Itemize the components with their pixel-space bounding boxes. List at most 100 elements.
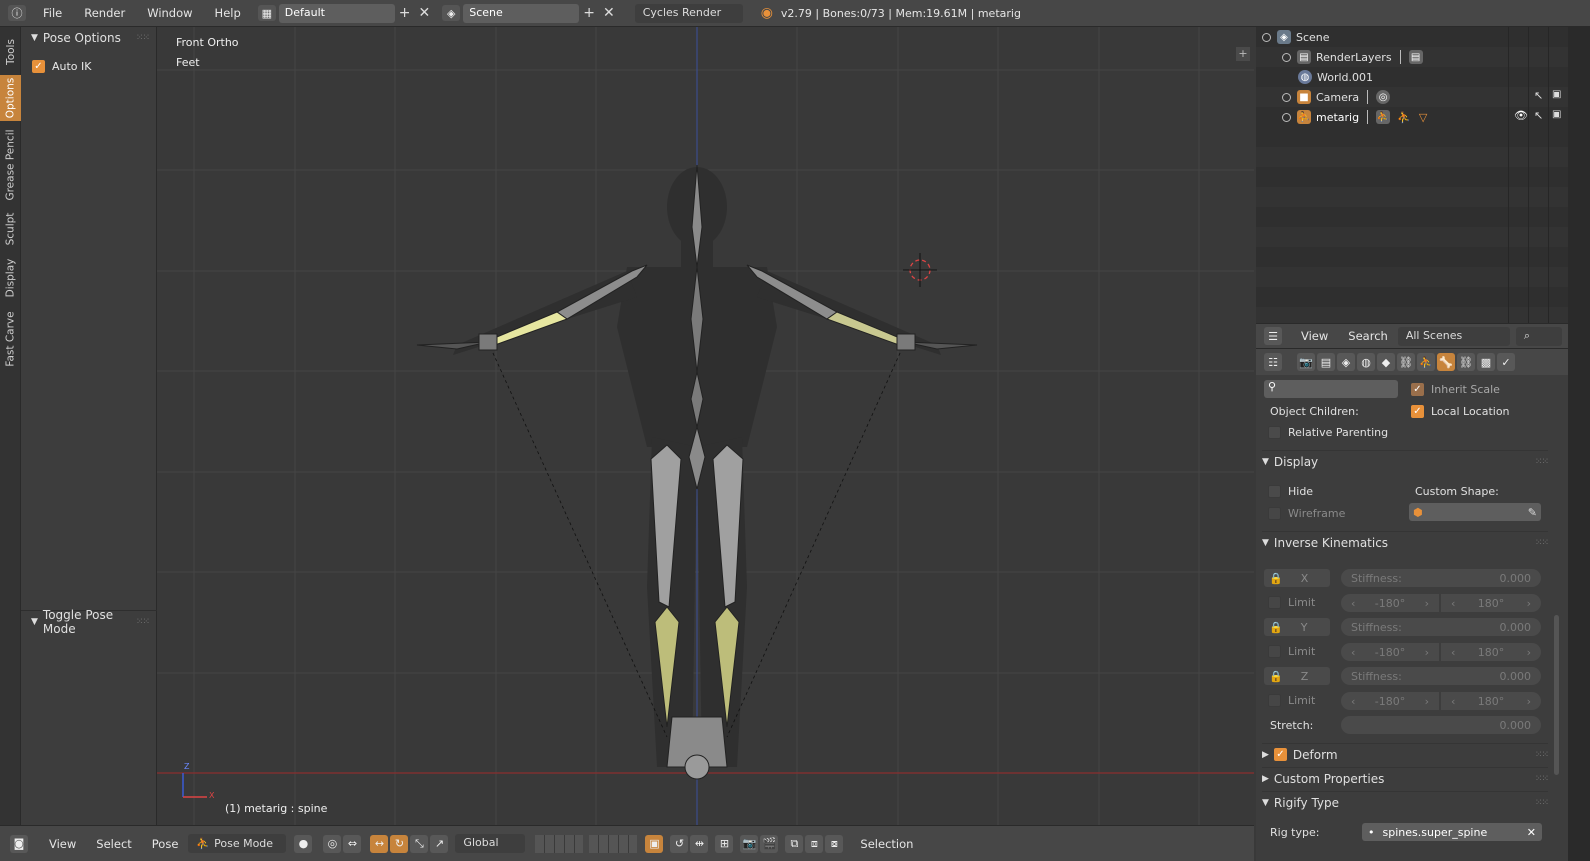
outliner-row-world[interactable]: ◍ World.001 (1256, 67, 1568, 87)
custom-shape-field[interactable]: ⬢ ✎ (1409, 503, 1541, 521)
eyedropper-icon[interactable]: ✎ (1528, 506, 1537, 519)
auto-ik-checkbox[interactable]: ✓ Auto IK (32, 60, 92, 73)
custom-properties-section-header[interactable]: ▶ Custom Properties ⁙⁙ (1262, 767, 1549, 789)
ik-lock-x-toggle[interactable]: 🔒 X (1264, 569, 1330, 587)
outliner-row-renderlayers[interactable]: ▤ RenderLayers ▤ (1256, 47, 1568, 67)
info-editor-icon[interactable]: ⓘ (8, 5, 26, 21)
camera-data-icon[interactable]: ◎ (1376, 90, 1391, 104)
menu-view[interactable]: View (49, 837, 76, 851)
drag-grip-icon[interactable]: ⁙⁙ (136, 617, 150, 627)
menu-file[interactable]: File (43, 6, 62, 20)
ik-stiffness-y-field[interactable]: Stiffness: 0.000 (1341, 618, 1541, 636)
scene-field[interactable]: Scene (463, 3, 580, 23)
outliner-editor-icon[interactable]: ☰ (1264, 327, 1282, 345)
paste-pose-icon[interactable]: ⧈ (805, 834, 824, 853)
drag-grip-icon[interactable]: ⁙⁙ (1535, 457, 1549, 467)
decrement-arrow-icon[interactable]: ‹ (1351, 695, 1355, 708)
render-engine-select[interactable]: Cycles Render (634, 3, 743, 23)
materials-tab-icon[interactable]: ✓ (1497, 353, 1515, 371)
display-section-header[interactable]: ▼ Display ⁙⁙ (1262, 450, 1549, 472)
menu-render[interactable]: Render (84, 6, 125, 20)
wireframe-checkbox[interactable]: Wireframe (1268, 507, 1345, 520)
ik-lock-z-toggle[interactable]: 🔒 Z (1264, 667, 1330, 685)
tab-display[interactable]: Display (0, 253, 21, 303)
parent-bone-field[interactable]: ⚲ (1264, 380, 1398, 398)
mode-select[interactable]: ⛹ Pose Mode (188, 834, 287, 853)
expand-icon[interactable] (1262, 32, 1271, 42)
bone-tab-icon[interactable]: 🦴 (1437, 353, 1455, 371)
lock-layers-icon[interactable]: ▣ (645, 834, 664, 853)
3d-cursor-icon[interactable] (903, 253, 937, 287)
ik-max-z-field[interactable]: ‹ 180° › (1441, 692, 1541, 710)
viewport-shading-icon[interactable]: ● (294, 834, 313, 853)
deform-checkbox[interactable]: ✓ (1273, 748, 1287, 761)
increment-arrow-icon[interactable]: › (1425, 597, 1429, 610)
scene-selector-icon[interactable]: ◈ (442, 5, 461, 21)
decrement-arrow-icon[interactable]: ‹ (1451, 597, 1455, 610)
constraint-icon[interactable]: ▽ (1419, 111, 1427, 124)
hide-checkbox[interactable]: Hide (1268, 485, 1313, 498)
increment-arrow-icon[interactable]: › (1527, 597, 1531, 610)
rig-type-field[interactable]: • spines.super_spine ✕ (1362, 823, 1542, 841)
drag-grip-icon[interactable]: ⁙⁙ (136, 33, 150, 43)
tab-sculpt[interactable]: Sculpt (0, 207, 21, 251)
pose-icon[interactable]: ⛹ (1397, 111, 1411, 124)
decrement-arrow-icon[interactable]: ‹ (1451, 695, 1455, 708)
decrement-arrow-icon[interactable]: ‹ (1351, 646, 1355, 659)
viewport-plus-icon[interactable]: + (1236, 47, 1250, 61)
menu-pose[interactable]: Pose (152, 837, 179, 851)
data-tab-icon[interactable]: ⛹ (1417, 353, 1435, 371)
add-scene-icon[interactable]: + (583, 5, 595, 21)
screen-layout-field[interactable]: Default (278, 3, 395, 23)
ik-stiffness-x-field[interactable]: Stiffness: 0.000 (1341, 569, 1541, 587)
render-still-icon[interactable]: 📷 (740, 834, 759, 853)
relative-parenting-checkbox[interactable]: Relative Parenting (1268, 426, 1388, 439)
decrement-arrow-icon[interactable]: ‹ (1351, 597, 1355, 610)
world-tab-icon[interactable]: ◍ (1357, 353, 1375, 371)
armature-data-icon[interactable]: ⛹ (1376, 110, 1391, 124)
render-camera-icon[interactable]: ▣ (1552, 109, 1561, 120)
render-anim-icon[interactable]: 🎬 (760, 834, 779, 853)
layer-buttons-a[interactable] (535, 834, 584, 853)
tab-fast-carve[interactable]: Fast Carve (0, 307, 21, 371)
translate-manipulator-icon[interactable]: ↔ (370, 834, 389, 853)
increment-arrow-icon[interactable]: › (1425, 695, 1429, 708)
drag-grip-icon[interactable]: ⁙⁙ (1535, 538, 1549, 548)
outliner-row-scene[interactable]: ◈ Scene (1256, 27, 1568, 47)
add-layout-icon[interactable]: + (399, 5, 411, 21)
menu-select[interactable]: Select (96, 837, 131, 851)
drag-grip-icon[interactable]: ⁙⁙ (1535, 750, 1549, 760)
tab-grease-pencil[interactable]: Grease Pencil (0, 125, 21, 205)
tab-tools[interactable]: Tools (0, 31, 21, 73)
decrement-arrow-icon[interactable]: ‹ (1451, 646, 1455, 659)
select-cursor-icon[interactable]: ↖ (1534, 89, 1543, 102)
scale-manipulator-icon[interactable]: ⤡ (410, 834, 429, 853)
editor-type-icon[interactable]: ◙ (10, 834, 28, 853)
outliner-row-camera[interactable]: ■ Camera ◎ (1256, 87, 1568, 107)
increment-arrow-icon[interactable]: › (1527, 646, 1531, 659)
tab-options[interactable]: Options (0, 75, 21, 121)
ik-limit-z-checkbox[interactable]: Limit (1268, 694, 1315, 707)
clear-icon[interactable]: ✕ (1527, 826, 1536, 839)
autokey-icon[interactable]: ↺ (670, 834, 689, 853)
screen-layout-icon[interactable]: ▦ (257, 5, 276, 21)
renderlayer-data-icon[interactable]: ▤ (1408, 50, 1423, 64)
deform-section-header[interactable]: ▶ ✓ Deform ⁙⁙ (1262, 743, 1549, 765)
manipulator-icon[interactable]: ⇔ (343, 834, 362, 853)
inherit-scale-checkbox[interactable]: ✓ Inherit Scale (1411, 383, 1500, 396)
properties-editor-icon[interactable]: ☷ (1264, 353, 1282, 371)
properties-scrollbar[interactable] (1554, 615, 1559, 775)
metarig-armature[interactable] (157, 27, 1254, 825)
paste-flipped-pose-icon[interactable]: ⧇ (825, 834, 844, 853)
drag-grip-icon[interactable]: ⁙⁙ (1535, 798, 1549, 808)
ik-limit-x-checkbox[interactable]: Limit (1268, 596, 1315, 609)
scene-tab-icon[interactable]: ◈ (1337, 353, 1355, 371)
remove-scene-icon[interactable]: ✕ (603, 5, 615, 21)
stretch-field[interactable]: 0.000 (1341, 716, 1541, 734)
render-layers-tab-icon[interactable]: ▤ (1317, 353, 1335, 371)
expand-icon[interactable] (1282, 92, 1291, 102)
menu-window[interactable]: Window (147, 6, 192, 20)
ik-min-y-field[interactable]: ‹ -180° › (1341, 643, 1439, 661)
ik-lock-y-toggle[interactable]: 🔒 Y (1264, 618, 1330, 636)
visibility-eye-icon[interactable]: 👁 (1514, 109, 1528, 122)
